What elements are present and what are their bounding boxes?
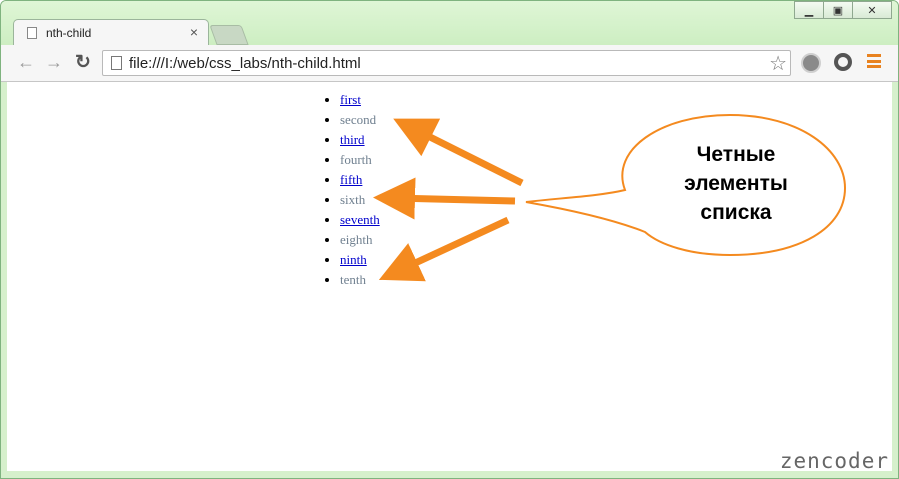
callout-text: Четные элементы списка xyxy=(628,140,844,227)
arrow-to-second xyxy=(393,118,524,187)
annotation-overlay xyxy=(373,113,847,282)
arrow-to-sixth xyxy=(373,177,516,220)
callout-line: списка xyxy=(700,201,772,224)
callout-line: элементы xyxy=(684,172,788,195)
callout-line: Четные xyxy=(696,143,776,166)
watermark: zencoder xyxy=(779,449,889,473)
arrow-to-tenth xyxy=(378,216,510,282)
